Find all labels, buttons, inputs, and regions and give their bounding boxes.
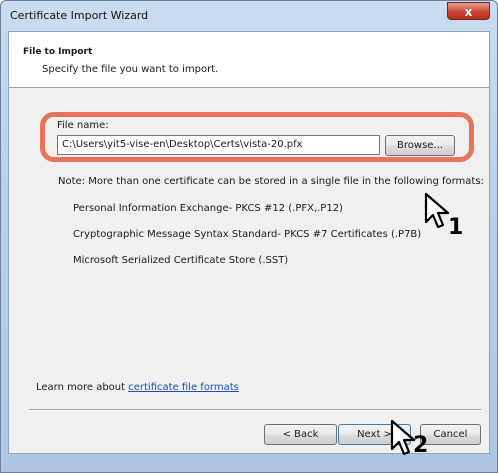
wizard-header: File to Import Specify the file you want… [9, 32, 489, 88]
wizard-client-area: File to Import Specify the file you want… [8, 31, 490, 458]
step-number-2: 2 [413, 433, 429, 458]
formats-note: Note: More than one certificate can be s… [58, 176, 484, 187]
step-number-1: 1 [448, 215, 464, 240]
close-button[interactable]: x [447, 2, 490, 20]
format-item: Cryptographic Message Syntax Standard- P… [73, 229, 422, 240]
page-title: File to Import [23, 47, 93, 57]
wizard-footer: < Back Next > Cancel 2 [9, 398, 489, 458]
learn-more-prefix: Learn more about [36, 382, 129, 393]
dialog-window: Certificate Import Wizard x File to Impo… [0, 0, 498, 473]
window-title: Certificate Import Wizard [10, 9, 149, 22]
format-item: Microsoft Serialized Certificate Store (… [73, 255, 289, 266]
cancel-button[interactable]: Cancel [420, 424, 481, 445]
format-item: Personal Information Exchange- PKCS #12 … [73, 203, 343, 214]
page-subtitle: Specify the file you want to import. [42, 64, 219, 75]
title-bar: Certificate Import Wizard x [1, 1, 497, 31]
certificate-formats-link[interactable]: certificate file formats [128, 382, 239, 393]
highlight-box [40, 112, 474, 162]
back-button[interactable]: < Back [264, 424, 337, 445]
wizard-content: File name: C:\Users\yit5-vise-en\Desktop… [9, 88, 489, 398]
footer-divider [29, 409, 481, 411]
learn-more-text: Learn more about certificate file format… [36, 382, 239, 393]
